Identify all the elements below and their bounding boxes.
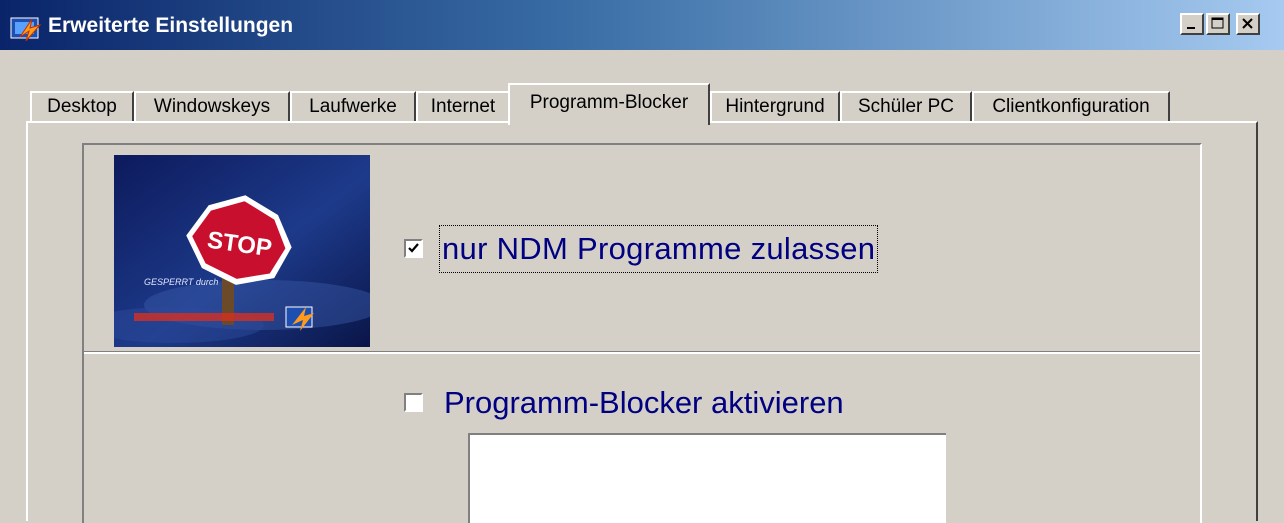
tab-desktop[interactable]: Desktop [30, 91, 134, 123]
ndm-only-checkbox[interactable] [404, 239, 423, 258]
title-bar[interactable]: Erweiterte Einstellungen [0, 0, 1284, 50]
tab-windowskeys[interactable]: Windowskeys [134, 91, 290, 123]
minimize-icon [1187, 27, 1195, 29]
programm-blocker-checkbox[interactable] [404, 393, 423, 412]
close-button[interactable] [1236, 13, 1260, 35]
close-icon [1242, 18, 1253, 29]
tab-clientkonfiguration[interactable]: Clientkonfiguration [972, 91, 1170, 123]
blocked-programs-listbox[interactable] [468, 433, 946, 523]
stop-sign-image: STOP GESPERRT durch [114, 155, 370, 347]
tab-schueler-pc[interactable]: Schüler PC [840, 91, 972, 123]
tab-programm-blocker[interactable]: Programm-Blocker [508, 83, 710, 125]
app-icon [10, 17, 42, 41]
minimize-button[interactable] [1180, 13, 1204, 35]
ndm-only-label[interactable]: nur NDM Programme zulassen [438, 225, 879, 273]
group-divider [84, 351, 1200, 354]
tab-laufwerke[interactable]: Laufwerke [290, 91, 416, 123]
maximize-button[interactable] [1206, 13, 1230, 35]
maximize-icon [1211, 17, 1224, 29]
programm-blocker-label[interactable]: Programm-Blocker aktivieren [444, 383, 844, 423]
tab-hintergrund[interactable]: Hintergrund [710, 91, 840, 123]
blocked-caption: GESPERRT durch [144, 277, 218, 287]
tab-internet[interactable]: Internet [416, 91, 510, 123]
ndm-logo-icon [285, 306, 314, 331]
window-title: Erweiterte Einstellungen [48, 14, 294, 37]
checkmark-icon [408, 243, 419, 253]
